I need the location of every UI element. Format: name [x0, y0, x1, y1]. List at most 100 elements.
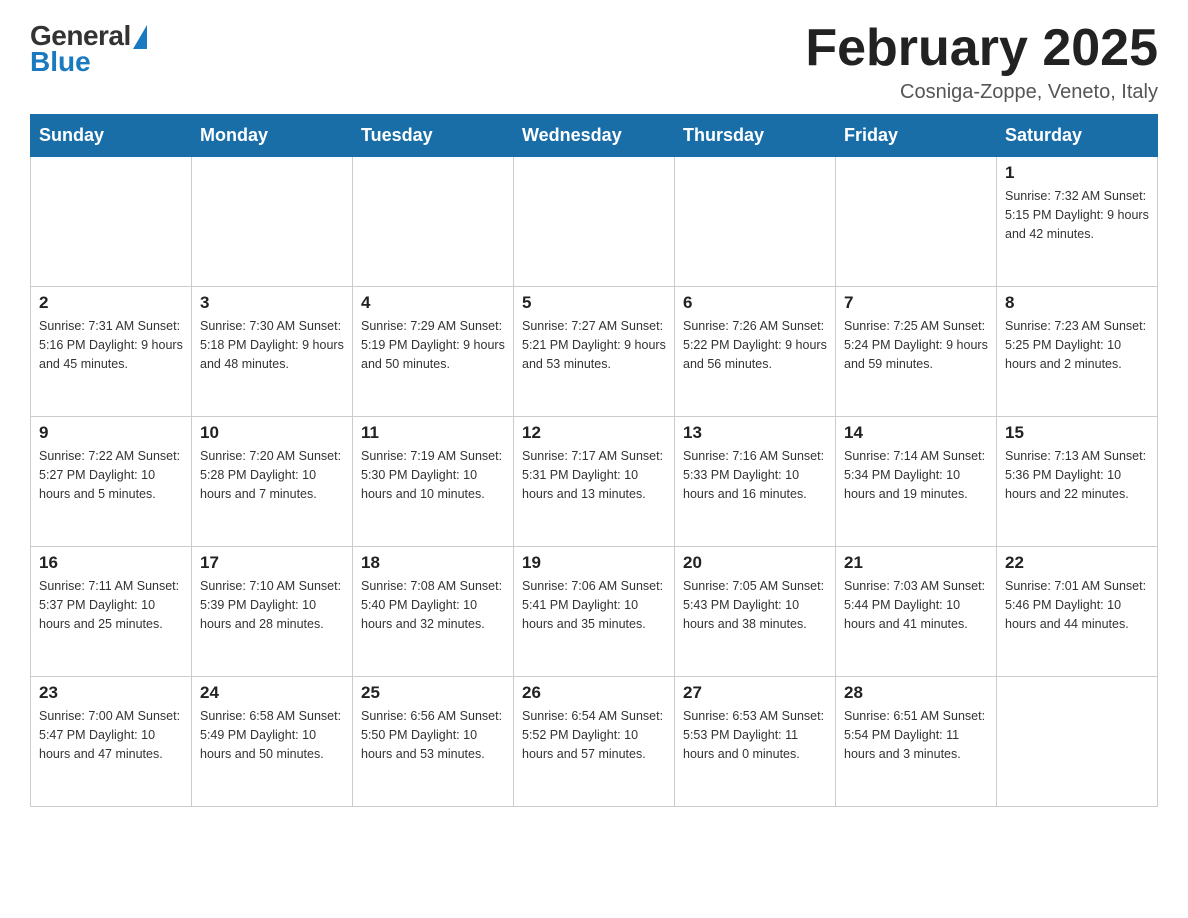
day-number: 17	[200, 553, 344, 573]
day-info: Sunrise: 7:20 AM Sunset: 5:28 PM Dayligh…	[200, 447, 344, 503]
calendar-week-4: 16 Sunrise: 7:11 AM Sunset: 5:37 PM Dayli…	[31, 547, 1158, 677]
table-row: 19Sunrise: 7:06 AM Sunset: 5:41 PM Dayli…	[514, 547, 675, 677]
table-row: 9 Sunrise: 7:22 AM Sunset: 5:27 PM Daylig…	[31, 417, 192, 547]
table-row: 24Sunrise: 6:58 AM Sunset: 5:49 PM Dayli…	[192, 677, 353, 807]
table-row: 4 Sunrise: 7:29 AM Sunset: 5:19 PM Daylig…	[353, 287, 514, 417]
day-info: Sunrise: 7:00 AM Sunset: 5:47 PM Dayligh…	[39, 707, 183, 763]
day-info: Sunrise: 7:10 AM Sunset: 5:39 PM Dayligh…	[200, 577, 344, 633]
table-row	[514, 157, 675, 287]
col-monday: Monday	[192, 115, 353, 157]
day-info: Sunrise: 6:56 AM Sunset: 5:50 PM Dayligh…	[361, 707, 505, 763]
table-row: 22 Sunrise: 7:01 AM Sunset: 5:46 PM Dayli…	[997, 547, 1158, 677]
day-info: Sunrise: 7:03 AM Sunset: 5:44 PM Dayligh…	[844, 577, 988, 633]
title-block: February 2025 Cosniga-Zoppe, Veneto, Ita…	[805, 20, 1158, 104]
subtitle: Cosniga-Zoppe, Veneto, Italy	[805, 81, 1158, 104]
day-number: 5	[522, 293, 666, 313]
day-info: Sunrise: 6:51 AM Sunset: 5:54 PM Dayligh…	[844, 707, 988, 763]
table-row	[192, 157, 353, 287]
day-info: Sunrise: 7:31 AM Sunset: 5:16 PM Dayligh…	[39, 317, 183, 373]
day-number: 6	[683, 293, 827, 313]
table-row: 21 Sunrise: 7:03 AM Sunset: 5:44 PM Dayli…	[836, 547, 997, 677]
day-info: Sunrise: 7:29 AM Sunset: 5:19 PM Dayligh…	[361, 317, 505, 373]
table-row	[836, 157, 997, 287]
day-info: Sunrise: 7:27 AM Sunset: 5:21 PM Dayligh…	[522, 317, 666, 373]
table-row: 18Sunrise: 7:08 AM Sunset: 5:40 PM Dayli…	[353, 547, 514, 677]
table-row: 1 Sunrise: 7:32 AM Sunset: 5:15 PM Daylig…	[997, 157, 1158, 287]
day-number: 12	[522, 423, 666, 443]
table-row: 16 Sunrise: 7:11 AM Sunset: 5:37 PM Dayli…	[31, 547, 192, 677]
table-row: 7Sunrise: 7:25 AM Sunset: 5:24 PM Daylig…	[836, 287, 997, 417]
day-info: Sunrise: 7:16 AM Sunset: 5:33 PM Dayligh…	[683, 447, 827, 503]
day-number: 22	[1005, 553, 1149, 573]
logo-triangle-icon	[133, 25, 147, 49]
col-friday: Friday	[836, 115, 997, 157]
calendar-week-2: 2 Sunrise: 7:31 AM Sunset: 5:16 PM Daylig…	[31, 287, 1158, 417]
table-row: 10 Sunrise: 7:20 AM Sunset: 5:28 PM Dayli…	[192, 417, 353, 547]
day-number: 27	[683, 683, 827, 703]
table-row: 8 Sunrise: 7:23 AM Sunset: 5:25 PM Daylig…	[997, 287, 1158, 417]
logo-blue-text: Blue	[30, 46, 91, 78]
day-number: 14	[844, 423, 988, 443]
table-row	[31, 157, 192, 287]
calendar-week-1: 1 Sunrise: 7:32 AM Sunset: 5:15 PM Daylig…	[31, 157, 1158, 287]
day-number: 11	[361, 423, 505, 443]
day-info: Sunrise: 7:23 AM Sunset: 5:25 PM Dayligh…	[1005, 317, 1149, 373]
day-number: 15	[1005, 423, 1149, 443]
day-number: 20	[683, 553, 827, 573]
col-thursday: Thursday	[675, 115, 836, 157]
table-row: 15 Sunrise: 7:13 AM Sunset: 5:36 PM Dayli…	[997, 417, 1158, 547]
table-row: 12 Sunrise: 7:17 AM Sunset: 5:31 PM Dayli…	[514, 417, 675, 547]
table-row: 27 Sunrise: 6:53 AM Sunset: 5:53 PM Dayli…	[675, 677, 836, 807]
day-number: 8	[1005, 293, 1149, 313]
day-info: Sunrise: 7:11 AM Sunset: 5:37 PM Dayligh…	[39, 577, 183, 633]
day-number: 25	[361, 683, 505, 703]
col-wednesday: Wednesday	[514, 115, 675, 157]
table-row: 11 Sunrise: 7:19 AM Sunset: 5:30 PM Dayli…	[353, 417, 514, 547]
table-row: 17 Sunrise: 7:10 AM Sunset: 5:39 PM Dayli…	[192, 547, 353, 677]
col-tuesday: Tuesday	[353, 115, 514, 157]
table-row: 23 Sunrise: 7:00 AM Sunset: 5:47 PM Dayli…	[31, 677, 192, 807]
table-row: 26 Sunrise: 6:54 AM Sunset: 5:52 PM Dayli…	[514, 677, 675, 807]
day-info: Sunrise: 7:05 AM Sunset: 5:43 PM Dayligh…	[683, 577, 827, 633]
day-info: Sunrise: 7:19 AM Sunset: 5:30 PM Dayligh…	[361, 447, 505, 503]
day-info: Sunrise: 7:01 AM Sunset: 5:46 PM Dayligh…	[1005, 577, 1149, 633]
table-row: 2 Sunrise: 7:31 AM Sunset: 5:16 PM Daylig…	[31, 287, 192, 417]
table-row: 28 Sunrise: 6:51 AM Sunset: 5:54 PM Dayli…	[836, 677, 997, 807]
calendar-header-row: Sunday Monday Tuesday Wednesday Thursday…	[31, 115, 1158, 157]
day-number: 1	[1005, 163, 1149, 183]
table-row: 13 Sunrise: 7:16 AM Sunset: 5:33 PM Dayli…	[675, 417, 836, 547]
calendar-table: Sunday Monday Tuesday Wednesday Thursday…	[30, 114, 1158, 807]
day-info: Sunrise: 6:54 AM Sunset: 5:52 PM Dayligh…	[522, 707, 666, 763]
day-number: 23	[39, 683, 183, 703]
day-info: Sunrise: 7:30 AM Sunset: 5:18 PM Dayligh…	[200, 317, 344, 373]
day-info: Sunrise: 7:13 AM Sunset: 5:36 PM Dayligh…	[1005, 447, 1149, 503]
day-number: 26	[522, 683, 666, 703]
day-number: 19	[522, 553, 666, 573]
table-row: 20 Sunrise: 7:05 AM Sunset: 5:43 PM Dayli…	[675, 547, 836, 677]
day-info: Sunrise: 7:22 AM Sunset: 5:27 PM Dayligh…	[39, 447, 183, 503]
table-row: 3 Sunrise: 7:30 AM Sunset: 5:18 PM Daylig…	[192, 287, 353, 417]
day-number: 10	[200, 423, 344, 443]
calendar-week-5: 23 Sunrise: 7:00 AM Sunset: 5:47 PM Dayli…	[31, 677, 1158, 807]
day-number: 3	[200, 293, 344, 313]
day-number: 24	[200, 683, 344, 703]
day-number: 16	[39, 553, 183, 573]
day-number: 28	[844, 683, 988, 703]
table-row: 25 Sunrise: 6:56 AM Sunset: 5:50 PM Dayli…	[353, 677, 514, 807]
calendar-week-3: 9 Sunrise: 7:22 AM Sunset: 5:27 PM Daylig…	[31, 417, 1158, 547]
day-info: Sunrise: 7:25 AM Sunset: 5:24 PM Dayligh…	[844, 317, 988, 373]
logo: General Blue	[30, 20, 147, 78]
day-number: 13	[683, 423, 827, 443]
day-number: 9	[39, 423, 183, 443]
col-sunday: Sunday	[31, 115, 192, 157]
table-row: 5 Sunrise: 7:27 AM Sunset: 5:21 PM Daylig…	[514, 287, 675, 417]
day-info: Sunrise: 6:53 AM Sunset: 5:53 PM Dayligh…	[683, 707, 827, 763]
table-row	[997, 677, 1158, 807]
day-info: Sunrise: 7:32 AM Sunset: 5:15 PM Dayligh…	[1005, 187, 1149, 243]
day-number: 2	[39, 293, 183, 313]
day-number: 4	[361, 293, 505, 313]
main-title: February 2025	[805, 20, 1158, 77]
day-info: Sunrise: 7:17 AM Sunset: 5:31 PM Dayligh…	[522, 447, 666, 503]
table-row: 14Sunrise: 7:14 AM Sunset: 5:34 PM Dayli…	[836, 417, 997, 547]
day-number: 21	[844, 553, 988, 573]
